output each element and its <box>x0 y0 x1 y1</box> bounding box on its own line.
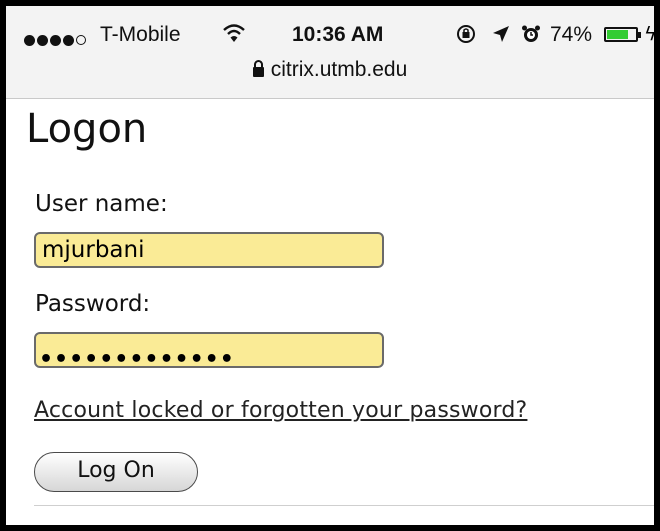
username-input[interactable] <box>34 232 384 268</box>
battery-nub <box>638 32 641 38</box>
rotation-lock-icon <box>454 23 478 51</box>
password-label: Password: <box>35 291 151 317</box>
address-bar[interactable]: citrix.utmb.edu <box>6 58 654 82</box>
phone-screen: T-Mobile 10:36 AM 74% ϟ citrix.utmb.edu … <box>0 0 660 531</box>
carrier-name: T-Mobile <box>100 23 181 46</box>
url-text: citrix.utmb.edu <box>270 58 408 81</box>
divider <box>34 505 654 506</box>
battery-percent: 74% <box>550 23 593 46</box>
clock-time: 10:36 AM <box>292 23 384 46</box>
battery-icon <box>604 27 638 42</box>
alarm-icon <box>520 23 542 51</box>
status-row: T-Mobile 10:36 AM 74% <box>24 22 639 54</box>
forgot-password-link[interactable]: Account locked or forgotten your passwor… <box>34 398 527 423</box>
battery-level-fill <box>607 30 628 39</box>
charging-bolt-icon: ϟ <box>644 23 657 45</box>
lock-icon <box>252 60 264 77</box>
logon-button[interactable]: Log On <box>34 452 198 492</box>
password-masked-value: ••••••••••••• <box>39 347 235 372</box>
wifi-icon <box>222 22 246 50</box>
page-title: Logon <box>26 106 148 152</box>
status-bar: T-Mobile 10:36 AM 74% ϟ citrix.utmb.edu <box>6 6 654 99</box>
username-label: User name: <box>35 191 168 217</box>
location-arrow-icon <box>490 23 512 51</box>
signal-dots-icon <box>24 28 88 46</box>
